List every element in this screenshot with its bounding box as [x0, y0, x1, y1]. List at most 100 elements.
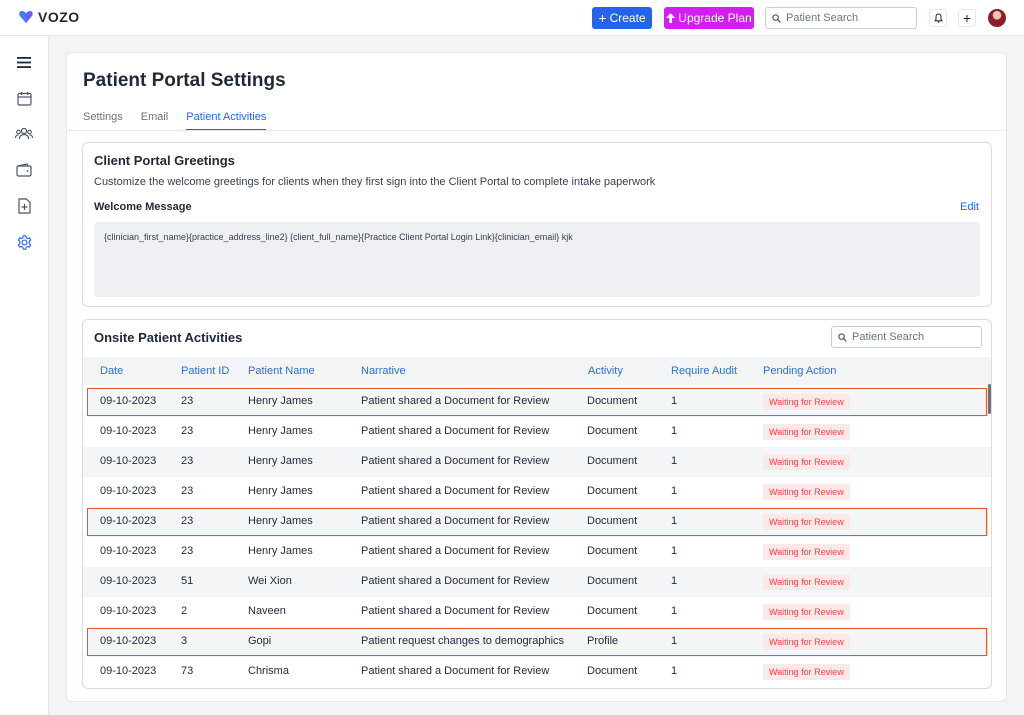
- table-row[interactable]: 09-10-2023 23 Henry James Patient shared a …: [83, 537, 991, 567]
- tab-email[interactable]: Email: [141, 111, 169, 131]
- cell-patient-id: 23: [181, 395, 194, 407]
- column-header-patient-id[interactable]: Patient ID: [181, 365, 229, 377]
- add-button[interactable]: +: [958, 9, 976, 27]
- cell-narrative: Patient shared a Document for Review: [361, 665, 550, 677]
- table-scrollbar[interactable]: [988, 384, 991, 414]
- cell-activity: Document: [587, 485, 638, 497]
- cell-date: 09-10-2023: [100, 395, 157, 407]
- cell-narrative: Patient shared a Document for Review: [361, 545, 550, 557]
- tabs: Settings Email Patient Activities: [83, 111, 284, 131]
- sidebar: [0, 36, 49, 715]
- cell-activity: Document: [587, 605, 638, 617]
- gear-icon: [17, 234, 31, 250]
- cell-patient-id: 73: [181, 665, 194, 677]
- column-header-date[interactable]: Date: [100, 365, 123, 377]
- settings-card: Patient Portal Settings Settings Email P…: [66, 52, 1007, 702]
- cell-date: 09-10-2023: [100, 605, 157, 617]
- cell-date: 09-10-2023: [100, 635, 157, 647]
- welcome-message-box: {clinician_first_name}{practice_address_…: [94, 222, 980, 297]
- cell-patient-id: 23: [181, 455, 194, 467]
- activities-patient-search[interactable]: [831, 326, 982, 348]
- tabs-divider: [67, 130, 1006, 131]
- page-title: Patient Portal Settings: [83, 70, 286, 91]
- status-badge[interactable]: Waiting for Review: [763, 634, 850, 650]
- table-row[interactable]: 09-10-2023 23 Henry James Patient shared a …: [83, 477, 991, 507]
- cell-activity: Document: [587, 545, 638, 557]
- table-row[interactable]: 09-10-2023 23 Henry James Patient shared a …: [86, 387, 988, 417]
- logo[interactable]: VOZO: [18, 9, 80, 25]
- sidebar-item-calendar[interactable]: [14, 88, 34, 108]
- edit-welcome-message-link[interactable]: Edit: [960, 201, 979, 213]
- table-row[interactable]: 09-10-2023 3 Gopi Patient request changes t…: [86, 627, 988, 657]
- cell-require-audit: 1: [671, 455, 678, 467]
- activities-search-input[interactable]: [852, 331, 962, 343]
- cell-date: 09-10-2023: [100, 545, 157, 557]
- cell-require-audit: 1: [671, 665, 678, 677]
- cell-narrative: Patient shared a Document for Review: [361, 395, 550, 407]
- cell-narrative: Patient request changes to demographics: [361, 635, 565, 647]
- sidebar-item-settings[interactable]: [14, 232, 34, 252]
- calendar-icon: [16, 91, 32, 106]
- create-button[interactable]: + Create: [592, 7, 652, 29]
- column-header-pending-action[interactable]: Pending Action: [763, 365, 836, 377]
- column-header-patient-name[interactable]: Patient Name: [248, 365, 315, 377]
- cell-require-audit: 1: [671, 635, 678, 647]
- cell-patient-id: 2: [181, 605, 188, 617]
- client-portal-greetings-panel: Client Portal Greetings Customize the we…: [82, 142, 992, 307]
- status-badge[interactable]: Waiting for Review: [763, 424, 850, 440]
- upgrade-plan-label: Upgrade Plan: [678, 11, 752, 25]
- plus-icon: +: [598, 10, 607, 26]
- status-badge[interactable]: Waiting for Review: [763, 514, 850, 530]
- cell-patient-name: Chrisma: [248, 665, 289, 677]
- cell-patient-name: Naveen: [248, 605, 286, 617]
- status-badge[interactable]: Waiting for Review: [763, 394, 850, 410]
- cell-patient-id: 23: [181, 485, 194, 497]
- status-badge[interactable]: Waiting for Review: [763, 664, 850, 680]
- cell-date: 09-10-2023: [100, 575, 157, 587]
- top-patient-search[interactable]: [765, 7, 917, 29]
- notifications-button[interactable]: [929, 9, 947, 27]
- create-button-label: Create: [609, 11, 646, 25]
- cell-activity: Document: [587, 395, 638, 407]
- tab-patient-activities[interactable]: Patient Activities: [186, 111, 267, 131]
- status-badge[interactable]: Waiting for Review: [763, 604, 850, 620]
- table-row[interactable]: 09-10-2023 23 Henry James Patient shared a …: [86, 507, 988, 537]
- sidebar-item-billing[interactable]: [14, 160, 34, 180]
- table-row[interactable]: 09-10-2023 73 Chrisma Patient shared a Docu…: [83, 657, 991, 687]
- top-search-input[interactable]: [786, 12, 896, 24]
- sidebar-item-menu[interactable]: [14, 52, 34, 72]
- tab-settings[interactable]: Settings: [83, 111, 123, 131]
- avatar[interactable]: [988, 9, 1006, 27]
- onsite-patient-activities-panel: Onsite Patient Activities Date Patient I…: [82, 319, 992, 689]
- table-row[interactable]: 09-10-2023 2 Naveen Patient shared a Docume…: [83, 597, 991, 627]
- cell-require-audit: 1: [671, 395, 678, 407]
- cell-patient-id: 51: [181, 575, 194, 587]
- column-header-activity[interactable]: Activity: [588, 365, 623, 377]
- table-row[interactable]: 09-10-2023 23 Henry James Patient shared a …: [83, 417, 991, 447]
- column-header-require-audit[interactable]: Require Audit: [671, 365, 737, 377]
- cell-patient-name: Henry James: [248, 485, 313, 497]
- status-badge[interactable]: Waiting for Review: [763, 484, 850, 500]
- cell-patient-id: 23: [181, 545, 194, 557]
- status-badge[interactable]: Waiting for Review: [763, 574, 850, 590]
- table-row[interactable]: 09-10-2023 23 Henry James Patient shared a …: [83, 447, 991, 477]
- cell-patient-name: Wei Xion: [248, 575, 292, 587]
- cell-patient-name: Gopi: [248, 635, 272, 647]
- cell-narrative: Patient shared a Document for Review: [361, 605, 550, 617]
- cell-require-audit: 1: [671, 575, 678, 587]
- top-bar: VOZO + Create Upgrade Plan +: [0, 0, 1024, 36]
- cell-date: 09-10-2023: [100, 425, 157, 437]
- table-row[interactable]: 09-10-2023 51 Wei Xion Patient shared a Doc…: [83, 567, 991, 597]
- status-badge[interactable]: Waiting for Review: [763, 454, 850, 470]
- cell-patient-id: 3: [181, 635, 188, 647]
- greetings-title: Client Portal Greetings: [94, 153, 235, 168]
- arrow-up-icon: [666, 13, 676, 23]
- cell-activity: Document: [587, 665, 638, 677]
- column-header-narrative[interactable]: Narrative: [361, 365, 406, 377]
- sidebar-item-documents[interactable]: [14, 196, 34, 216]
- upgrade-plan-button[interactable]: Upgrade Plan: [664, 7, 754, 29]
- sidebar-item-patients[interactable]: [14, 124, 34, 144]
- status-badge[interactable]: Waiting for Review: [763, 544, 850, 560]
- cell-patient-name: Henry James: [248, 455, 313, 467]
- cell-patient-id: 23: [181, 425, 194, 437]
